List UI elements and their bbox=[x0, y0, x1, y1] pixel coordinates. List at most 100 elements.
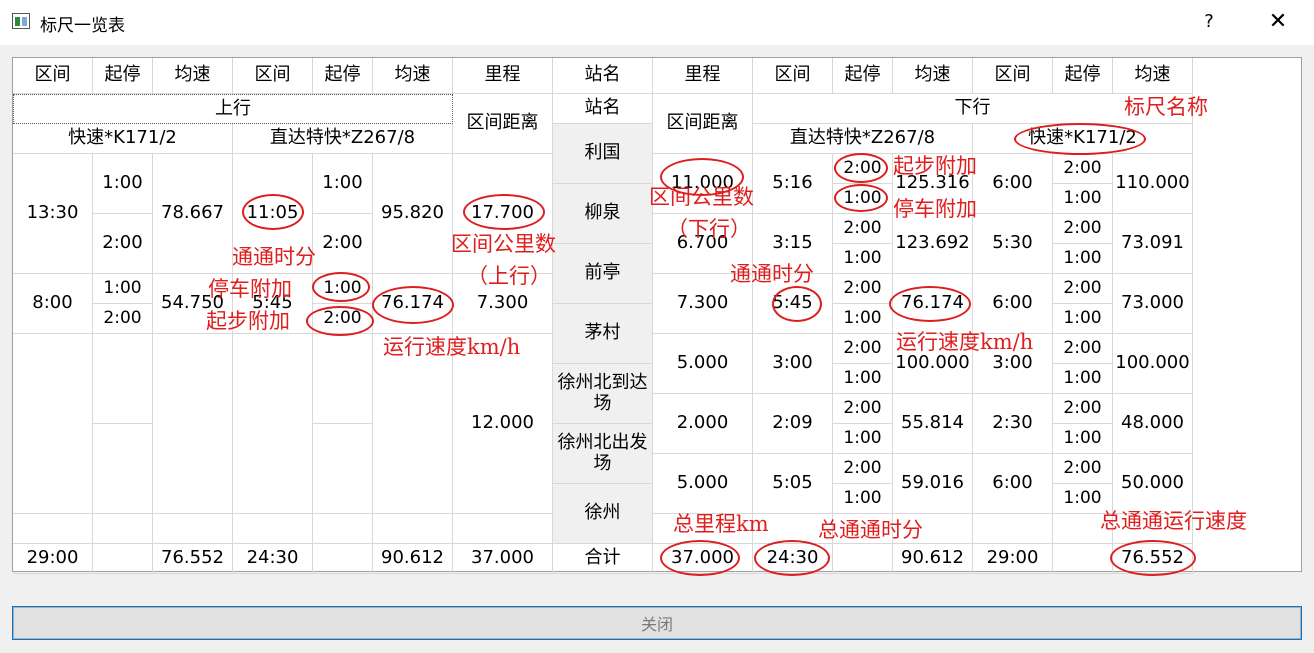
down-k-speed[interactable]: 50.000 bbox=[1113, 454, 1193, 514]
down-dist-header[interactable]: 区间距离 bbox=[653, 94, 753, 154]
total-cell[interactable]: 29:00 bbox=[973, 544, 1053, 574]
up-train-z267[interactable]: 直达特快*Z267/8 bbox=[233, 124, 453, 154]
help-button[interactable]: ? bbox=[1196, 8, 1222, 36]
down-k-time[interactable]: 6:00 bbox=[973, 274, 1053, 334]
down-k-start[interactable]: 2:00 bbox=[1053, 334, 1113, 364]
up-k-speed[interactable]: 78.667 bbox=[153, 154, 233, 274]
down-k-start[interactable]: 2:00 bbox=[1053, 394, 1113, 424]
station-name-cell[interactable]: 徐州 bbox=[553, 484, 653, 544]
down-z-stop[interactable]: 1:00 bbox=[833, 364, 893, 394]
station-name-cell[interactable]: 前亭 bbox=[553, 244, 653, 304]
up-z-speed[interactable]: 95.820 bbox=[373, 154, 453, 274]
total-cell[interactable]: 76.552 bbox=[153, 544, 233, 574]
total-cell[interactable] bbox=[1053, 544, 1113, 574]
down-z-start[interactable]: 2:00 bbox=[833, 394, 893, 424]
up-empty-cell[interactable] bbox=[13, 334, 93, 514]
down-k-start[interactable]: 2:00 bbox=[1053, 154, 1113, 184]
down-k-speed[interactable]: 73.000 bbox=[1113, 274, 1193, 334]
up-empty-cell[interactable] bbox=[313, 514, 373, 544]
down-z-time[interactable]: 5:16 bbox=[753, 154, 833, 214]
station-name-cell[interactable]: 茅村 bbox=[553, 304, 653, 364]
down-k-stop[interactable]: 1:00 bbox=[1053, 424, 1113, 454]
down-empty-cell[interactable] bbox=[973, 514, 1053, 544]
total-cell[interactable]: 合计 bbox=[553, 544, 653, 574]
down-k-time[interactable]: 6:00 bbox=[973, 454, 1053, 514]
down-k-stop[interactable]: 1:00 bbox=[1053, 184, 1113, 214]
header-cell[interactable]: 起停 bbox=[93, 58, 153, 94]
header-cell[interactable]: 均速 bbox=[373, 58, 453, 94]
down-train-z267[interactable]: 直达特快*Z267/8 bbox=[753, 124, 973, 154]
up-k-time[interactable]: 8:00 bbox=[13, 274, 93, 334]
down-k-start[interactable]: 2:00 bbox=[1053, 214, 1113, 244]
down-z-start[interactable]: 2:00 bbox=[833, 214, 893, 244]
down-dist[interactable]: 2.000 bbox=[653, 394, 753, 454]
up-k-stop[interactable]: 1:00 bbox=[93, 274, 153, 304]
down-dist[interactable]: 5.000 bbox=[653, 334, 753, 394]
close-button[interactable]: 关闭 bbox=[12, 606, 1302, 640]
up-empty-cell[interactable] bbox=[313, 334, 373, 424]
station-label-header[interactable]: 站名 bbox=[553, 94, 653, 124]
up-empty-cell[interactable] bbox=[93, 424, 153, 514]
down-k-speed[interactable]: 48.000 bbox=[1113, 394, 1193, 454]
down-z-time[interactable]: 2:09 bbox=[753, 394, 833, 454]
up-empty-cell[interactable] bbox=[93, 514, 153, 544]
up-k-start[interactable]: 2:00 bbox=[93, 214, 153, 274]
down-dist[interactable]: 5.000 bbox=[653, 454, 753, 514]
total-cell[interactable] bbox=[833, 544, 893, 574]
down-z-speed[interactable]: 123.692 bbox=[893, 214, 973, 274]
header-cell[interactable]: 区间 bbox=[753, 58, 833, 94]
close-icon[interactable]: ✕ bbox=[1262, 8, 1294, 36]
down-k-stop[interactable]: 1:00 bbox=[1053, 364, 1113, 394]
down-z-time[interactable]: 5:05 bbox=[753, 454, 833, 514]
down-k-start[interactable]: 2:00 bbox=[1053, 454, 1113, 484]
station-name-cell[interactable]: 徐州北出发场 bbox=[553, 424, 653, 484]
up-empty-cell[interactable] bbox=[373, 514, 453, 544]
down-k-time[interactable]: 2:30 bbox=[973, 394, 1053, 454]
down-k-speed[interactable]: 110.000 bbox=[1113, 154, 1193, 214]
header-cell[interactable]: 起停 bbox=[1053, 58, 1113, 94]
down-z-time[interactable]: 3:00 bbox=[753, 334, 833, 394]
station-name-cell[interactable]: 徐州北到达场 bbox=[553, 364, 653, 424]
header-cell[interactable]: 里程 bbox=[453, 58, 553, 94]
down-k-stop[interactable]: 1:00 bbox=[1053, 304, 1113, 334]
header-cell[interactable]: 均速 bbox=[153, 58, 233, 94]
up-dist-header[interactable]: 区间距离 bbox=[453, 94, 553, 154]
up-empty-cell[interactable] bbox=[153, 514, 233, 544]
down-z-start[interactable]: 2:00 bbox=[833, 454, 893, 484]
total-cell[interactable] bbox=[313, 544, 373, 574]
down-k-start[interactable]: 2:00 bbox=[1053, 274, 1113, 304]
up-empty-cell[interactable] bbox=[233, 514, 313, 544]
station-name-cell[interactable]: 利国 bbox=[553, 124, 653, 184]
down-k-speed[interactable]: 100.000 bbox=[1113, 334, 1193, 394]
down-z-stop[interactable]: 1:00 bbox=[833, 244, 893, 274]
up-empty-cell[interactable] bbox=[13, 514, 93, 544]
up-k-stop[interactable]: 1:00 bbox=[93, 154, 153, 214]
up-z-start[interactable]: 2:00 bbox=[313, 214, 373, 274]
up-group-header[interactable]: 上行 bbox=[13, 94, 453, 124]
up-empty-cell[interactable] bbox=[313, 424, 373, 514]
up-empty-cell[interactable] bbox=[93, 334, 153, 424]
up-empty-cell[interactable] bbox=[153, 334, 233, 514]
total-cell[interactable]: 90.612 bbox=[893, 544, 973, 574]
station-name-cell[interactable]: 柳泉 bbox=[553, 184, 653, 244]
down-k-stop[interactable]: 1:00 bbox=[1053, 244, 1113, 274]
down-z-stop[interactable]: 1:00 bbox=[833, 484, 893, 514]
header-cell[interactable]: 起停 bbox=[833, 58, 893, 94]
total-cell[interactable]: 24:30 bbox=[233, 544, 313, 574]
up-empty-cell[interactable] bbox=[233, 334, 313, 514]
up-k-start[interactable]: 2:00 bbox=[93, 304, 153, 334]
down-z-speed[interactable]: 55.814 bbox=[893, 394, 973, 454]
header-cell[interactable]: 站名 bbox=[553, 58, 653, 94]
header-cell[interactable]: 区间 bbox=[233, 58, 313, 94]
up-z-stop[interactable]: 1:00 bbox=[313, 154, 373, 214]
up-dist-merged[interactable]: 12.000 bbox=[453, 334, 553, 514]
header-cell[interactable]: 均速 bbox=[893, 58, 973, 94]
up-k-time[interactable]: 13:30 bbox=[13, 154, 93, 274]
total-cell[interactable] bbox=[93, 544, 153, 574]
down-k-time[interactable]: 5:30 bbox=[973, 214, 1053, 274]
down-z-stop[interactable]: 1:00 bbox=[833, 304, 893, 334]
total-cell[interactable]: 29:00 bbox=[13, 544, 93, 574]
header-cell[interactable]: 里程 bbox=[653, 58, 753, 94]
header-cell[interactable]: 起停 bbox=[313, 58, 373, 94]
down-z-speed[interactable]: 59.016 bbox=[893, 454, 973, 514]
